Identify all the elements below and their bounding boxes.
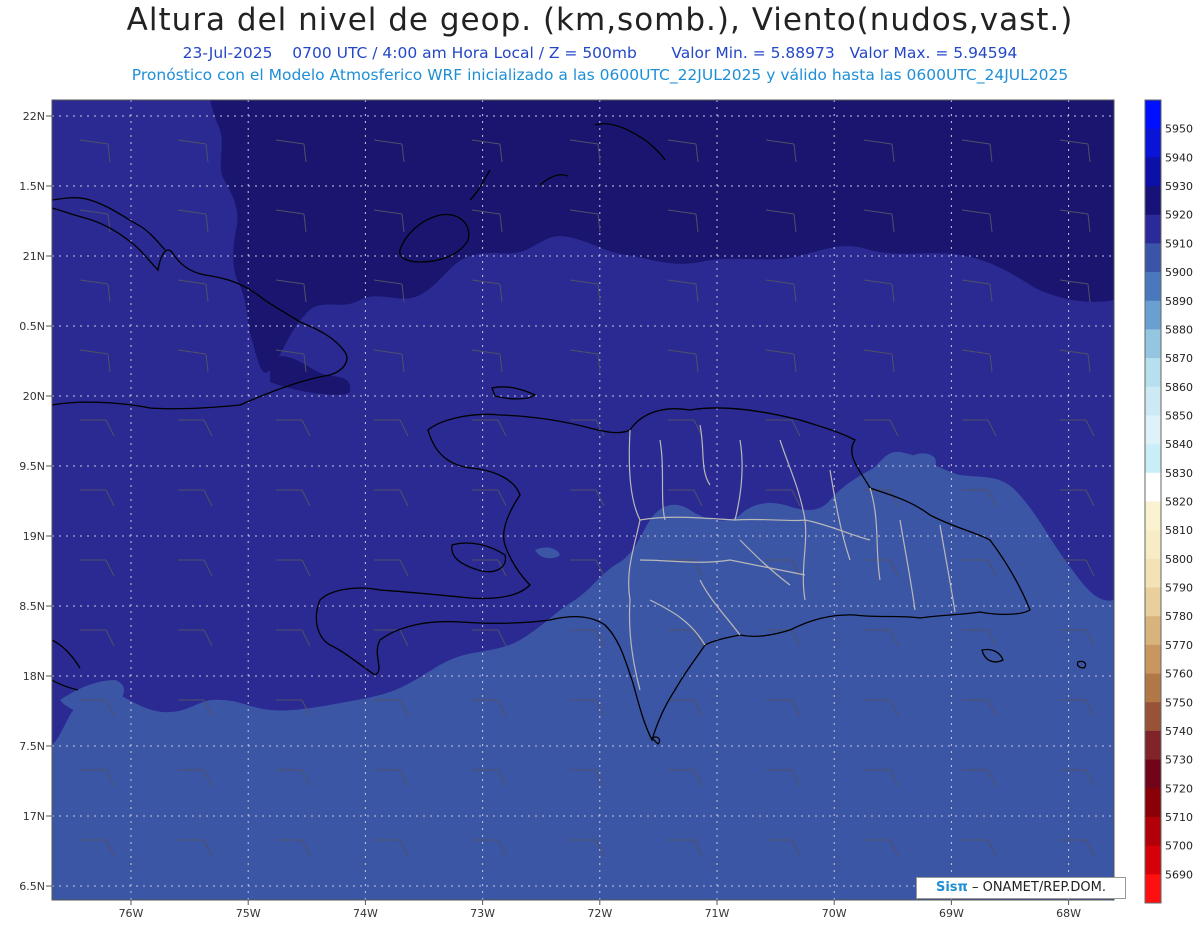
colorbar-swatch xyxy=(1145,702,1161,732)
colorbar-label: 5920 xyxy=(1165,209,1193,222)
colorbar-label: 5720 xyxy=(1165,782,1193,795)
colorbar-swatch xyxy=(1145,845,1161,875)
lat-label: 22N xyxy=(23,110,45,123)
lat-label: 1.5N xyxy=(19,180,45,193)
lon-label: 75W xyxy=(236,907,261,920)
colorbar-label: 5910 xyxy=(1165,237,1193,250)
colorbar-label: 5890 xyxy=(1165,295,1193,308)
colorbar-swatch xyxy=(1145,558,1161,589)
colorbar-label: 5760 xyxy=(1165,668,1193,681)
colorbar-swatch xyxy=(1145,157,1161,187)
colorbar-swatch xyxy=(1145,272,1161,302)
lat-label: 17N xyxy=(23,810,45,823)
longitude-labels: 76W 75W 74W 73W 72W 71W 70W 69W 68W xyxy=(119,900,1081,920)
lon-label: 73W xyxy=(470,907,495,920)
colorbar-swatch xyxy=(1145,214,1161,244)
colorbar-label: 5840 xyxy=(1165,438,1193,451)
colorbar-swatch xyxy=(1145,444,1161,474)
colorbar-swatch xyxy=(1145,673,1161,703)
colorbar-label: 5690 xyxy=(1165,868,1193,881)
colorbar-label: 5750 xyxy=(1165,696,1193,709)
colorbar-label: 5880 xyxy=(1165,323,1193,336)
colorbar-swatch xyxy=(1145,329,1161,359)
lat-label: 8.5N xyxy=(19,600,45,613)
colorbar-swatch xyxy=(1145,100,1161,130)
colorbar-swatch xyxy=(1145,472,1161,502)
colorbar-label: 5850 xyxy=(1165,409,1193,422)
colorbar-label: 5940 xyxy=(1165,151,1193,164)
colorbar-label: 5780 xyxy=(1165,610,1193,623)
colorbar-swatch xyxy=(1145,501,1161,531)
colorbar-swatch xyxy=(1145,587,1161,617)
colorbar-swatch xyxy=(1145,816,1161,847)
colorbar-swatch xyxy=(1145,415,1161,445)
lon-label: 68W xyxy=(1056,907,1081,920)
colorbar-swatch xyxy=(1145,128,1161,158)
colorbar-label: 5820 xyxy=(1165,496,1193,509)
geopotential-field xyxy=(52,100,1114,900)
colorbar-label: 5700 xyxy=(1165,840,1193,853)
colorbar-label: 5790 xyxy=(1165,582,1193,595)
lat-label: 6.5N xyxy=(19,880,45,893)
colorbar-label: 5730 xyxy=(1165,754,1193,767)
colorbar: 5950 5940 5930 5920 5910 5900 5890 5880 5870 5860… xyxy=(1144,99,1193,904)
lon-label: 76W xyxy=(119,907,144,920)
lat-label: 7.5N xyxy=(19,740,45,753)
colorbar-label: 5770 xyxy=(1165,639,1193,652)
lat-label: 9.5N xyxy=(19,460,45,473)
colorbar-label: 5900 xyxy=(1165,266,1193,279)
lon-label: 70W xyxy=(822,907,847,920)
colorbar-label: 5860 xyxy=(1165,381,1193,394)
colorbar-swatch xyxy=(1145,759,1161,789)
colorbar-swatch xyxy=(1145,243,1161,273)
credit-text: – ONAMET/REP.DOM. xyxy=(971,880,1106,895)
colorbar-label: 5800 xyxy=(1165,553,1193,566)
lat-label: 18N xyxy=(23,670,45,683)
colorbar-swatch xyxy=(1145,358,1161,388)
sispi-logo-text: Sisπ xyxy=(935,880,968,895)
colorbar-swatch xyxy=(1145,874,1161,904)
lat-label: 0.5N xyxy=(19,320,45,333)
lon-label: 69W xyxy=(939,907,964,920)
colorbar-label: 5870 xyxy=(1165,352,1193,365)
colorbar-swatch xyxy=(1145,730,1161,761)
colorbar-swatch xyxy=(1145,616,1161,646)
colorbar-swatch xyxy=(1145,644,1161,675)
colorbar-swatch xyxy=(1145,530,1161,560)
colorbar-label: 5810 xyxy=(1165,524,1193,537)
map-canvas: 22N 1.5N 21N 0.5N 20N 9.5N 19N 8.5N 18N 7.5N 17N 6.… xyxy=(19,99,1193,920)
colorbar-label: 5930 xyxy=(1165,180,1193,193)
colorbar-label: 5740 xyxy=(1165,725,1193,738)
lat-label: 21N xyxy=(23,250,45,263)
lon-label: 74W xyxy=(353,907,378,920)
lon-label: 72W xyxy=(587,907,612,920)
lat-label: 20N xyxy=(23,390,45,403)
lon-label: 71W xyxy=(705,907,730,920)
lat-label: 19N xyxy=(23,530,45,543)
colorbar-label: 5830 xyxy=(1165,467,1193,480)
colorbar-swatch xyxy=(1145,300,1161,330)
colorbar-label: 5710 xyxy=(1165,811,1193,824)
latitude-labels: 22N 1.5N 21N 0.5N 20N 9.5N 19N 8.5N 18N 7.5N 17N 6.… xyxy=(19,110,52,893)
colorbar-swatch xyxy=(1145,186,1161,216)
colorbar-swatch xyxy=(1145,788,1161,818)
colorbar-label: 5950 xyxy=(1165,123,1193,136)
credit-box: Sisπ – ONAMET/REP.DOM. xyxy=(916,877,1126,899)
colorbar-swatch xyxy=(1145,386,1161,416)
